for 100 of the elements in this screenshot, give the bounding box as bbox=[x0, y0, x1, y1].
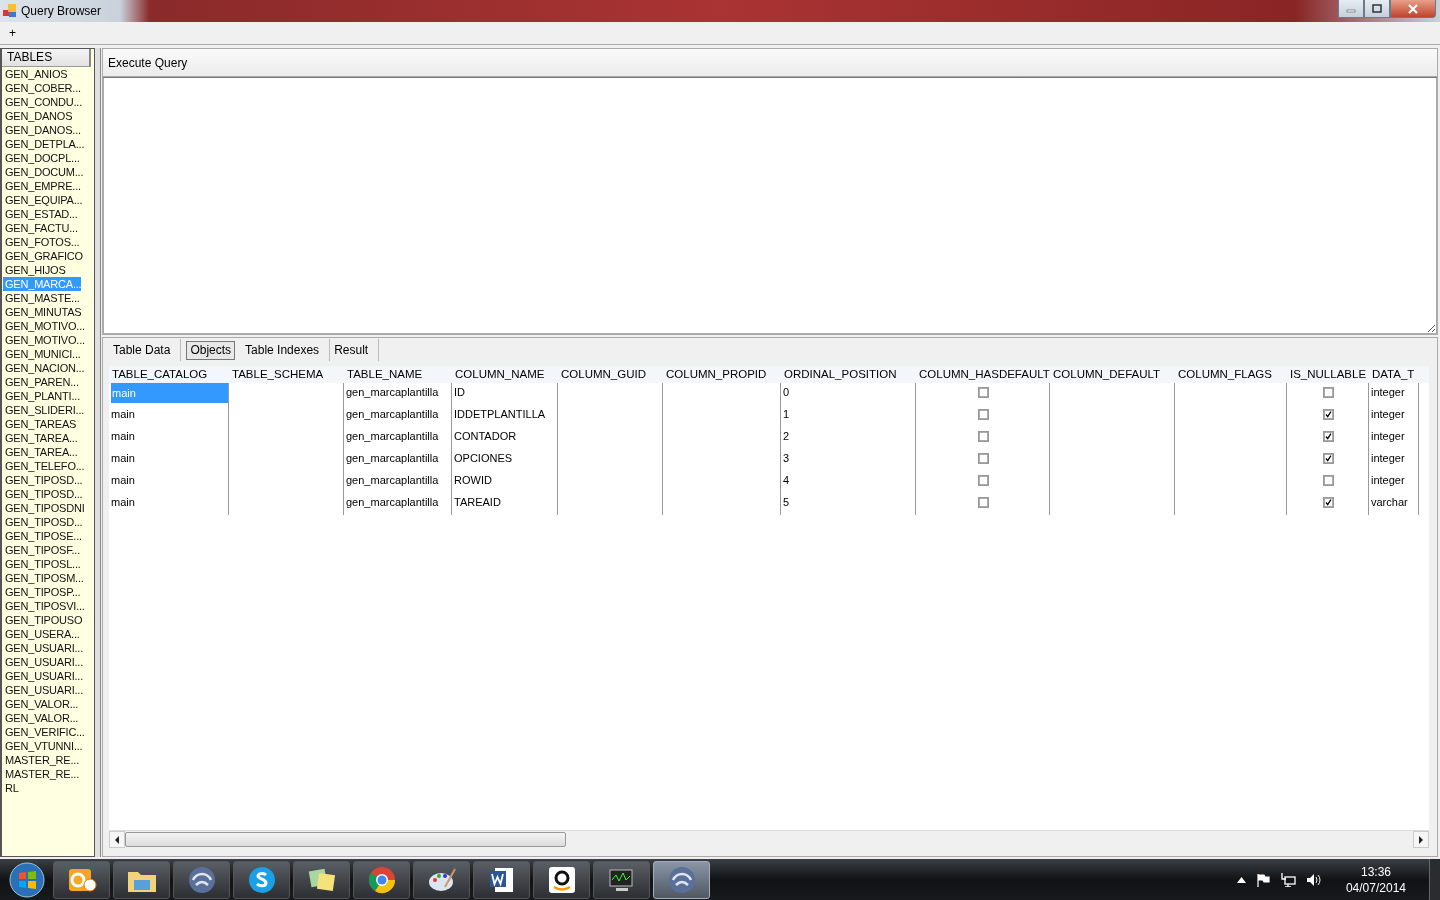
column-header[interactable]: TABLE_NAME bbox=[344, 366, 452, 383]
table-list-item[interactable]: GEN_USUARI... bbox=[3, 641, 84, 655]
table-list-item[interactable]: GEN_DOCUM... bbox=[3, 165, 84, 179]
table-list-item[interactable]: GEN_USUARI... bbox=[3, 655, 84, 669]
checkbox[interactable] bbox=[1323, 431, 1334, 442]
close-button[interactable] bbox=[1390, 0, 1436, 18]
table-list-item[interactable]: GEN_EQUIPA... bbox=[3, 193, 83, 207]
table-list-item[interactable]: GEN_MINUTAS bbox=[3, 305, 82, 319]
table-list-item[interactable]: GEN_DETPLA... bbox=[3, 137, 85, 151]
table-list-item[interactable]: GEN_TAREAS bbox=[3, 417, 77, 431]
column-header[interactable]: COLUMN_PROPID bbox=[663, 366, 781, 383]
table-list-item[interactable]: GEN_USUARI... bbox=[3, 683, 84, 697]
table-list-item[interactable]: GEN_MASTE... bbox=[3, 291, 80, 305]
column-header[interactable]: IS_NULLABLE bbox=[1287, 366, 1369, 383]
scroll-left-icon[interactable] bbox=[109, 831, 125, 848]
column-header[interactable]: COLUMN_HASDEFAULT bbox=[916, 366, 1050, 383]
checkbox[interactable] bbox=[1323, 387, 1334, 398]
table-list-item[interactable]: GEN_TIPOSE... bbox=[3, 529, 82, 543]
table-list-item[interactable]: GEN_GRAFICO bbox=[3, 249, 83, 263]
table-list-item[interactable]: GEN_EMPRE... bbox=[3, 179, 81, 193]
tab[interactable]: Table Indexes bbox=[241, 339, 331, 361]
table-list-item[interactable]: GEN_USUARI... bbox=[3, 669, 84, 683]
maximize-button[interactable] bbox=[1364, 0, 1390, 18]
taskbar-app-button[interactable] bbox=[53, 861, 110, 899]
table-list-item[interactable]: GEN_TELEFO... bbox=[3, 459, 85, 473]
minimize-button[interactable] bbox=[1338, 0, 1364, 18]
clock-date[interactable]: 04/07/2014 bbox=[1345, 881, 1406, 895]
taskbar-app-button[interactable] bbox=[473, 861, 530, 899]
table-list-item[interactable]: GEN_VTUNNI... bbox=[3, 739, 83, 753]
show-hidden-icons-icon[interactable] bbox=[1236, 877, 1246, 883]
taskbar-app-button[interactable] bbox=[413, 861, 470, 899]
checkbox[interactable] bbox=[978, 409, 989, 420]
table-list-item[interactable]: GEN_FOTOS... bbox=[3, 235, 80, 249]
table-list-item[interactable]: GEN_VALOR... bbox=[3, 697, 79, 711]
execute-query-button[interactable]: Execute Query bbox=[103, 55, 193, 70]
table-list-item[interactable]: GEN_CONDU... bbox=[3, 95, 83, 109]
network-icon[interactable] bbox=[1279, 873, 1296, 887]
table-list-item[interactable]: GEN_USERA... bbox=[3, 627, 80, 641]
table-list-item[interactable]: GEN_COBER... bbox=[3, 81, 81, 95]
checkbox[interactable] bbox=[978, 453, 989, 464]
checkbox[interactable] bbox=[1323, 409, 1334, 420]
column-header[interactable]: TABLE_CATALOG bbox=[109, 366, 229, 383]
column-header[interactable]: COLUMN_DEFAULT bbox=[1050, 366, 1175, 383]
table-list-item[interactable]: GEN_SLIDERI... bbox=[3, 403, 85, 417]
tab[interactable]: Result bbox=[330, 339, 380, 361]
checkbox[interactable] bbox=[1323, 497, 1334, 508]
scroll-right-icon[interactable] bbox=[1413, 831, 1429, 848]
taskbar-app-button[interactable] bbox=[233, 861, 290, 899]
table-list-item[interactable]: RL bbox=[3, 781, 19, 795]
checkbox[interactable] bbox=[978, 431, 989, 442]
table-cell[interactable]: main bbox=[111, 449, 135, 467]
table-list-item[interactable]: GEN_TIPOSM... bbox=[3, 571, 84, 585]
table-list-item[interactable]: GEN_VERIFIC... bbox=[3, 725, 85, 739]
table-list-item[interactable]: GEN_DANOS bbox=[3, 109, 73, 123]
table-list-item[interactable]: GEN_TIPOSDNI bbox=[3, 501, 85, 515]
table-list-item[interactable]: GEN_HIJOS bbox=[3, 263, 66, 277]
table-list-item[interactable]: GEN_FACTU... bbox=[3, 221, 78, 235]
table-list-item[interactable]: GEN_MUNICI... bbox=[3, 347, 81, 361]
table-list-item[interactable]: GEN_MOTIVO... bbox=[3, 333, 85, 347]
table-list-item[interactable]: GEN_TIPOSVI... bbox=[3, 599, 85, 613]
column-header[interactable]: ORDINAL_POSITION bbox=[781, 366, 916, 383]
table-list-item[interactable]: GEN_TIPOSD... bbox=[3, 487, 83, 501]
table-list-item[interactable]: GEN_ANIOS bbox=[3, 67, 68, 81]
tab[interactable]: Objects bbox=[186, 340, 236, 360]
table-list-item[interactable]: GEN_VALOR... bbox=[3, 711, 79, 725]
table-list-item[interactable]: GEN_NACION... bbox=[3, 361, 85, 375]
table-cell[interactable]: main bbox=[111, 493, 135, 511]
table-cell[interactable]: main bbox=[111, 471, 135, 489]
table-cell[interactable]: main bbox=[111, 405, 135, 423]
checkbox[interactable] bbox=[1323, 475, 1334, 486]
checkbox[interactable] bbox=[978, 475, 989, 486]
table-list-item[interactable]: GEN_TIPOSP... bbox=[3, 585, 81, 599]
volume-icon[interactable] bbox=[1305, 873, 1322, 887]
checkbox[interactable] bbox=[978, 387, 989, 398]
table-list-item[interactable]: GEN_ESTAD... bbox=[3, 207, 78, 221]
taskbar-app-button[interactable] bbox=[353, 861, 410, 899]
column-header[interactable]: TABLE_SCHEMA bbox=[229, 366, 344, 383]
column-header[interactable]: DATA_T bbox=[1369, 366, 1419, 383]
table-list-item[interactable]: GEN_PLANTI... bbox=[3, 389, 81, 403]
column-header[interactable]: COLUMN_NAME bbox=[452, 366, 558, 383]
table-list-item[interactable]: GEN_TIPOSL... bbox=[3, 557, 81, 571]
table-list-item[interactable]: GEN_TIPOSD... bbox=[3, 473, 83, 487]
clock-time[interactable]: 13:36 bbox=[1360, 865, 1391, 879]
taskbar-app-button[interactable] bbox=[593, 861, 650, 899]
checkbox[interactable] bbox=[978, 497, 989, 508]
table-list-item[interactable]: GEN_TIPOUSO bbox=[3, 613, 83, 627]
column-header[interactable]: COLUMN_GUID bbox=[558, 366, 663, 383]
add-menu-item[interactable]: + bbox=[6, 26, 19, 40]
table-list-item[interactable]: MASTER_RE... bbox=[3, 767, 79, 781]
taskbar-app-button[interactable] bbox=[113, 861, 170, 899]
table-list-item[interactable]: GEN_TAREA... bbox=[3, 445, 78, 459]
table-list-item[interactable]: MASTER_RE... bbox=[3, 753, 79, 767]
table-list-item[interactable]: GEN_TIPOSF... bbox=[3, 543, 81, 557]
column-header[interactable]: COLUMN_FLAGS bbox=[1175, 366, 1287, 383]
show-desktop-button[interactable] bbox=[1429, 859, 1440, 900]
table-cell[interactable]: main bbox=[111, 427, 135, 445]
taskbar-app-button[interactable] bbox=[293, 861, 350, 899]
table-list-item[interactable]: GEN_TAREA... bbox=[3, 431, 78, 445]
table-list-item[interactable]: GEN_TIPOSD... bbox=[3, 515, 83, 529]
table-list-item[interactable]: GEN_PAREN... bbox=[3, 375, 79, 389]
